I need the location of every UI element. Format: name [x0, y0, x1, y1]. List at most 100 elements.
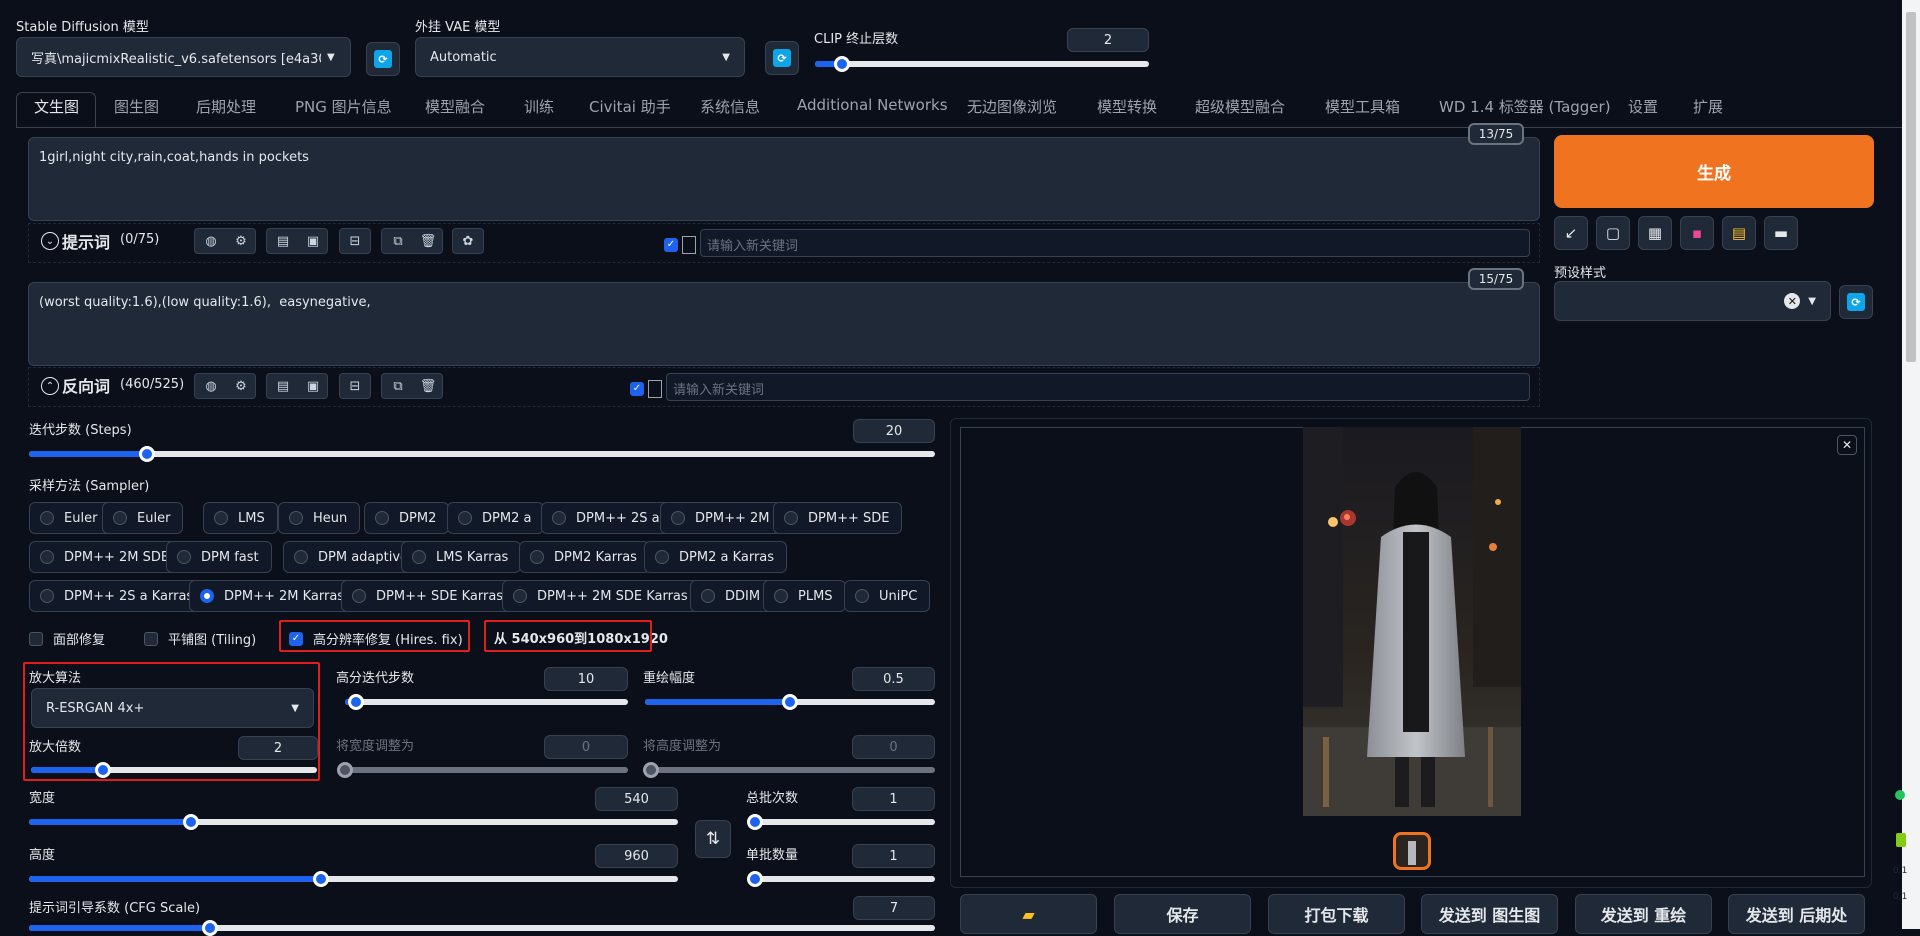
clip-slider[interactable] [815, 56, 1149, 72]
sampler-radio[interactable] [855, 589, 869, 603]
copy-icon[interactable]: ⧉ [385, 373, 411, 399]
chatgpt-icon[interactable]: ✿ [455, 228, 481, 254]
bookmark-icon[interactable]: ▣ [300, 228, 326, 254]
resize-height-input[interactable]: 0 [852, 735, 935, 759]
sampler-radio[interactable] [774, 589, 788, 603]
translate-text-icon[interactable]: ⊟ [342, 373, 368, 399]
sampler-option[interactable]: DPM++ SDE Karras [341, 580, 517, 612]
sampler-radio[interactable] [784, 511, 798, 525]
batch-size-slider[interactable] [747, 871, 935, 887]
sampler-option[interactable]: DPM fast [166, 541, 272, 573]
sd-model-select[interactable]: 写真\majicmixRealistic_v6.safetensors [e4a… [16, 37, 351, 77]
zip-download-button[interactable]: 打包下载 [1268, 894, 1405, 934]
cfg-input[interactable]: 7 [853, 896, 935, 920]
swap-dimensions-icon[interactable]: ⇅ [695, 820, 731, 858]
sampler-radio[interactable] [113, 511, 127, 525]
sampler-radio[interactable] [530, 550, 544, 564]
sampler-radio[interactable] [701, 589, 715, 603]
prompt-textarea[interactable]: 1girl,night city,rain,coat,hands in pock… [28, 137, 1540, 221]
sampler-radio[interactable] [375, 511, 389, 525]
sampler-radio[interactable] [214, 511, 228, 525]
sampler-option[interactable]: DPM++ 2M SDE [29, 541, 183, 573]
tab-12[interactable]: 模型工具箱 [1325, 96, 1400, 120]
sampler-radio[interactable] [352, 589, 366, 603]
tab-2[interactable]: 后期处理 [196, 96, 256, 120]
height-input[interactable]: 960 [595, 844, 678, 868]
batch-count-input[interactable]: 1 [852, 787, 935, 811]
tab-5[interactable]: 训练 [524, 96, 554, 120]
sampler-option[interactable]: DPM2 a Karras [644, 541, 788, 573]
collapse-icon[interactable]: ⌃ [41, 377, 59, 395]
thumbnail[interactable] [1393, 832, 1431, 870]
bookmark-icon[interactable]: ▣ [300, 373, 326, 399]
sampler-radio[interactable] [552, 511, 566, 525]
hires-steps-input[interactable]: 10 [544, 667, 628, 691]
sampler-option[interactable]: DPM2 [364, 502, 450, 534]
tab-14[interactable]: 设置 [1628, 96, 1658, 120]
scrollbar-thumb[interactable] [1906, 12, 1916, 362]
resize-width-input[interactable]: 0 [544, 735, 628, 759]
height-slider[interactable] [29, 871, 678, 887]
cfg-slider[interactable] [29, 920, 935, 936]
sampler-radio[interactable] [177, 550, 191, 564]
generate-button[interactable]: 生成 [1554, 135, 1874, 208]
resize-height-slider[interactable] [643, 762, 935, 778]
arrow-icon[interactable]: ↙ [1554, 216, 1588, 250]
styles-refresh-button[interactable]: ⟳ [1839, 285, 1873, 319]
sampler-radio[interactable] [458, 511, 472, 525]
clipboard-icon[interactable]: ▢ [1596, 216, 1630, 250]
send-to-img2img-button[interactable]: 发送到 图生图 [1421, 894, 1558, 934]
trash-icon[interactable]: ▦ [1638, 216, 1672, 250]
trash-icon[interactable]: 🗑 [415, 373, 441, 399]
history-icon[interactable]: ▤ [270, 373, 296, 399]
denoise-input[interactable]: 0.5 [852, 667, 935, 691]
tab-7[interactable]: 系统信息 [700, 96, 760, 120]
vae-refresh-button[interactable]: ⟳ [765, 41, 799, 75]
card-icon[interactable]: ▪ [1680, 216, 1714, 250]
clip-value-input[interactable]: 2 [1067, 28, 1149, 52]
x-icon[interactable]: ✕ [1784, 293, 1801, 309]
prompt-keyword-input[interactable]: 请输入新关键词 [700, 229, 1530, 257]
trash-icon[interactable]: 🗑 [415, 228, 441, 254]
steps-slider[interactable] [29, 446, 935, 462]
batch-size-input[interactable]: 1 [852, 844, 935, 868]
tab-3[interactable]: PNG 图片信息 [295, 96, 392, 120]
sampler-option[interactable]: LMS [203, 502, 278, 534]
collapse-icon[interactable]: ⌄ [41, 232, 59, 250]
tab-0[interactable]: 文生图 [34, 96, 79, 120]
sampler-option[interactable]: Heun [278, 502, 361, 534]
sampler-radio[interactable] [513, 589, 527, 603]
send-to-extras-button[interactable]: 发送到 后期处 [1728, 894, 1865, 934]
sampler-radio[interactable] [655, 550, 669, 564]
send-to-inpaint-button[interactable]: 发送到 重绘 [1575, 894, 1712, 934]
tab-1[interactable]: 图生图 [114, 96, 159, 120]
sampler-option[interactable]: DPM++ SDE [773, 502, 903, 534]
sampler-option[interactable]: DPM++ 2M Karras [189, 580, 358, 612]
gear-icon[interactable]: ⚙ [228, 373, 254, 399]
hires-steps-slider[interactable] [345, 694, 628, 710]
sampler-radio[interactable] [40, 550, 54, 564]
width-input[interactable]: 540 [595, 787, 678, 811]
translate-icon[interactable]: ◍ [198, 373, 224, 399]
keyword-enable-checkbox[interactable]: ✓ [664, 238, 678, 252]
sampler-option[interactable]: DPM++ 2S a [541, 502, 673, 534]
tab-10[interactable]: 模型转换 [1097, 96, 1157, 120]
sampler-option[interactable]: DPM++ 2M SDE Karras [502, 580, 701, 612]
sampler-radio[interactable] [294, 550, 308, 564]
sampler-radio[interactable] [289, 511, 303, 525]
tab-13[interactable]: WD 1.4 标签器 (Tagger) [1439, 96, 1611, 120]
face-restore-checkbox[interactable] [29, 631, 43, 646]
width-slider[interactable] [29, 814, 678, 830]
sampler-option[interactable]: DPM2 a [447, 502, 545, 534]
sampler-radio[interactable] [40, 511, 54, 525]
tiling-checkbox[interactable] [144, 631, 158, 646]
history-icon[interactable]: ▤ [270, 228, 296, 254]
tab-8[interactable]: Additional Networks [797, 96, 948, 120]
sampler-option[interactable]: PLMS [763, 580, 846, 612]
sd-model-refresh-button[interactable]: ⟳ [366, 42, 400, 76]
sampler-radio[interactable] [40, 589, 54, 603]
translate-icon[interactable]: ◍ [198, 228, 224, 254]
negative-keyword-input[interactable]: 请输入新关键词 [666, 373, 1530, 401]
tab-9[interactable]: 无边图像浏览 [967, 96, 1057, 120]
save-icon[interactable]: ▬ [1764, 216, 1798, 250]
